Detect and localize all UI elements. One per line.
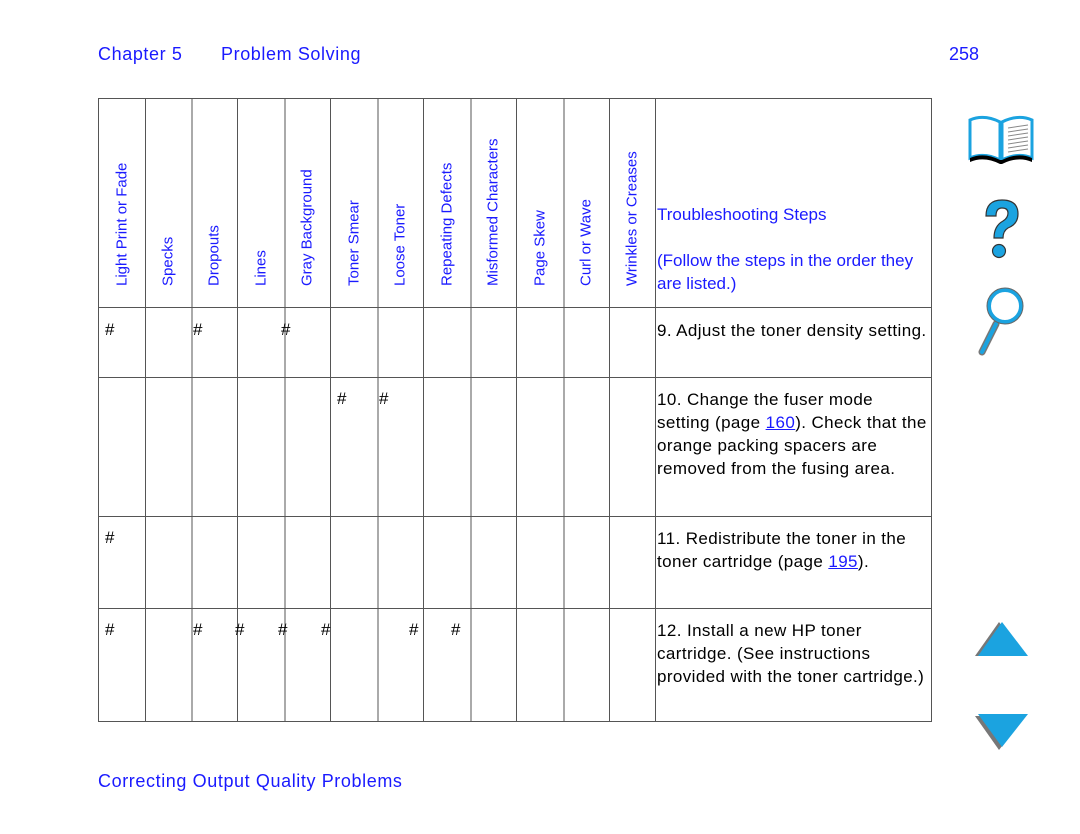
- page-number: 258: [949, 44, 980, 64]
- steps-note: (Follow the steps in the order they are …: [657, 251, 914, 293]
- column-header: Repeating Defects: [438, 162, 456, 286]
- column-divider: [655, 99, 656, 721]
- column-header: Light Print or Fade: [113, 162, 131, 286]
- mark-light-print: #: [105, 620, 115, 639]
- mark-light-print: #: [105, 320, 115, 339]
- column-header: Loose Toner: [391, 203, 409, 286]
- row-divider: [99, 516, 931, 517]
- row-divider: [99, 377, 931, 378]
- question-mark-icon[interactable]: [976, 196, 1026, 269]
- magnifier-icon[interactable]: [976, 286, 1026, 361]
- step-12: 12. Install a new HP toner cartridge. (S…: [657, 621, 925, 686]
- up-arrow-icon[interactable]: [974, 620, 1030, 665]
- book-icon[interactable]: [966, 112, 1036, 169]
- row-divider: [99, 307, 931, 308]
- column-header: Lines: [252, 250, 270, 286]
- step-10: 10. Change the fuser mode setting (page …: [657, 390, 927, 478]
- column-header: Misformed Characters: [484, 138, 502, 286]
- column-header: Curl or Wave: [577, 199, 595, 286]
- column-header: Page Skew: [531, 210, 549, 286]
- mark-gray-background: #: [278, 620, 288, 639]
- steps-column-header: Troubleshooting Steps (Follow the steps …: [657, 203, 927, 295]
- mark-dropouts: #: [193, 620, 203, 639]
- mark-toner-smear: #: [337, 389, 347, 408]
- mark-light-print: #: [105, 528, 115, 547]
- column-header: Gray Background: [298, 169, 316, 286]
- column-header: Dropouts: [205, 225, 223, 286]
- down-arrow-icon[interactable]: [974, 712, 1030, 757]
- chapter-label: Chapter 5: [98, 44, 183, 64]
- mark-toner-smear: #: [321, 620, 331, 639]
- mark-gray-background: #: [281, 320, 291, 339]
- page-link-195[interactable]: 195: [828, 552, 858, 571]
- section-title: Problem Solving: [221, 44, 362, 64]
- footer-title: Correcting Output Quality Problems: [98, 771, 403, 791]
- column-header: Toner Smear: [345, 200, 363, 286]
- mark-lines: #: [235, 620, 245, 639]
- row-divider: [99, 608, 931, 609]
- mark-dropouts: #: [193, 320, 203, 339]
- mark-loose-toner: #: [379, 389, 389, 408]
- steps-title: Troubleshooting Steps: [657, 205, 827, 224]
- column-header: Specks: [159, 236, 177, 286]
- column-header: Wrinkles or Creases: [623, 151, 641, 286]
- troubleshooting-table: Light Print or Fade Specks Dropouts Line…: [98, 98, 932, 722]
- page-link-160[interactable]: 160: [766, 413, 796, 432]
- mark-loose-toner: #: [409, 620, 419, 639]
- step-9: 9. Adjust the toner density setting.: [657, 321, 927, 340]
- step-11: 11. Redistribute the toner in the toner …: [657, 529, 907, 571]
- mark-repeating-defects: #: [451, 620, 461, 639]
